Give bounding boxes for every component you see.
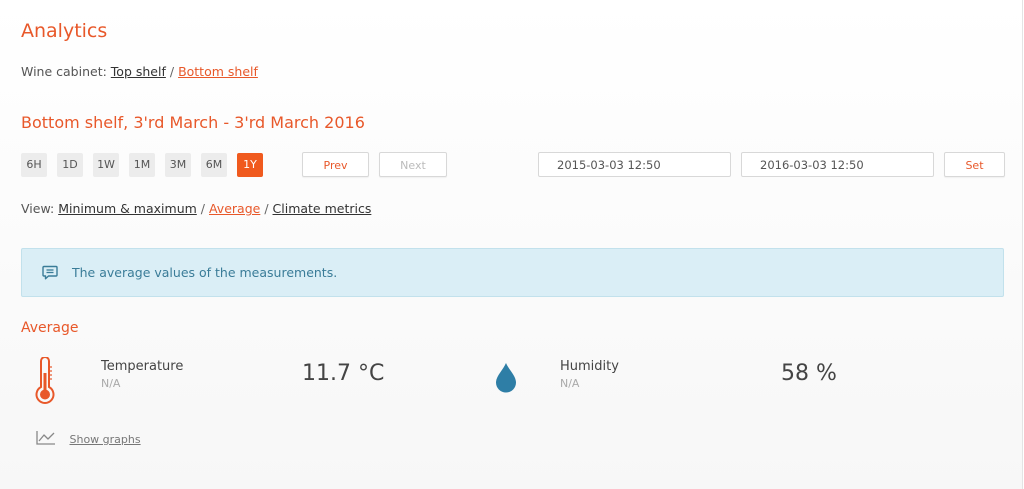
range-button-1y[interactable]: 1Y	[237, 153, 263, 177]
message-icon	[42, 265, 58, 280]
date-to-input[interactable]	[741, 152, 934, 177]
breadcrumb-prefix: Wine cabinet:	[21, 64, 107, 79]
temperature-value: 11.7 °C	[302, 361, 385, 386]
view-separator: /	[264, 201, 269, 216]
humidity-sub: N/A	[560, 377, 580, 390]
date-from-input[interactable]	[538, 152, 731, 177]
breadcrumb: Wine cabinet: Top shelf / Bottom shelf	[21, 64, 258, 79]
average-title: Average	[21, 320, 79, 336]
show-graphs-label[interactable]: Show graphs	[70, 433, 141, 446]
range-button-1d[interactable]: 1D	[57, 153, 83, 177]
view-average-link[interactable]: Average	[209, 201, 260, 216]
water-drop-icon	[496, 363, 516, 393]
temperature-label: Temperature	[101, 359, 184, 374]
next-button[interactable]: Next	[379, 152, 447, 177]
line-chart-icon	[36, 431, 55, 445]
view-selector: View: Minimum & maximum / Average / Clim…	[21, 201, 371, 216]
view-min-max-link[interactable]: Minimum & maximum	[58, 201, 197, 216]
set-button[interactable]: Set	[944, 152, 1005, 177]
breadcrumb-top-shelf-link[interactable]: Top shelf	[111, 64, 166, 79]
section-title: Bottom shelf, 3'rd March - 3'rd March 20…	[21, 113, 365, 132]
range-button-3m[interactable]: 3M	[165, 153, 191, 177]
page-title: Analytics	[21, 20, 108, 42]
thermometer-icon	[35, 357, 55, 404]
info-text: The average values of the measurements.	[72, 265, 338, 280]
humidity-value: 58 %	[781, 361, 837, 386]
breadcrumb-separator: /	[169, 64, 175, 79]
view-prefix: View:	[21, 201, 55, 216]
info-alert: The average values of the measurements.	[21, 248, 1004, 297]
breadcrumb-bottom-shelf-link[interactable]: Bottom shelf	[178, 64, 258, 79]
range-button-1w[interactable]: 1W	[93, 153, 119, 177]
range-button-6m[interactable]: 6M	[201, 153, 227, 177]
analytics-panel: Analytics Wine cabinet: Top shelf / Bott…	[0, 0, 1023, 489]
view-separator: /	[200, 201, 205, 216]
show-graphs-link[interactable]: Show graphs	[36, 430, 141, 446]
prev-button[interactable]: Prev	[302, 152, 369, 177]
range-button-6h[interactable]: 6H	[21, 153, 47, 177]
range-button-1m[interactable]: 1M	[129, 153, 155, 177]
view-climate-metrics-link[interactable]: Climate metrics	[273, 201, 372, 216]
temperature-sub: N/A	[101, 377, 121, 390]
humidity-label: Humidity	[560, 359, 619, 374]
